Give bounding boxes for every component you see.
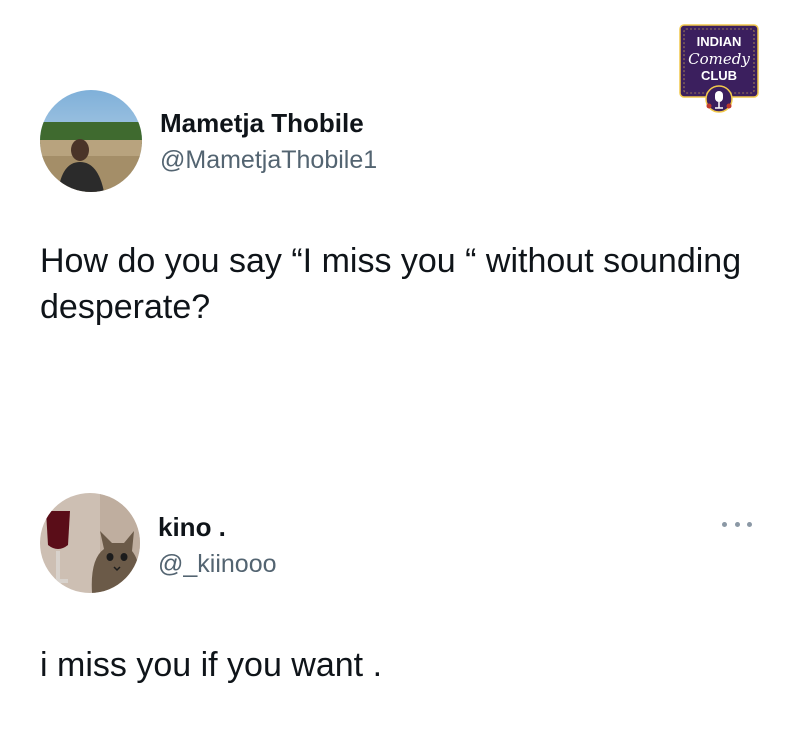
- more-dot: [722, 521, 727, 527]
- svg-text:CLUB: CLUB: [701, 68, 737, 83]
- reply-author-name[interactable]: kino .: [158, 512, 226, 543]
- author-handle[interactable]: @MametjaThobile1: [160, 146, 377, 175]
- tweet-text: How do you say “I miss you “ without sou…: [40, 242, 742, 327]
- more-dot: [747, 521, 752, 527]
- author-avatar[interactable]: [40, 90, 142, 192]
- more-horizontal-icon[interactable]: [722, 512, 752, 536]
- indian-comedy-club-logo: INDIAN Comedy CLUB: [679, 24, 759, 114]
- svg-text:INDIAN: INDIAN: [697, 34, 742, 49]
- reply-text: i miss you if you want .: [40, 646, 383, 684]
- more-dot: [734, 521, 740, 527]
- author-name[interactable]: Mametja Thobile: [160, 108, 364, 139]
- reply-author-handle[interactable]: @_kiinooo: [158, 550, 277, 579]
- svg-text:Comedy: Comedy: [688, 50, 750, 68]
- reply-author-avatar[interactable]: [40, 493, 140, 593]
